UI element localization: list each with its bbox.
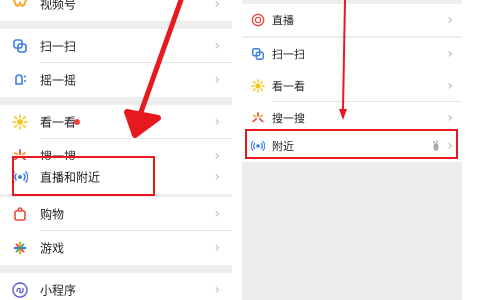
chevron-right-icon: › (214, 0, 220, 12)
chevron-right-icon: › (214, 114, 220, 130)
menu-item-scan[interactable]: 扫一扫 › (0, 29, 232, 63)
shopping-icon (14, 207, 26, 221)
menu-item-label: 小程序 (40, 283, 77, 298)
chevron-right-icon: › (214, 206, 220, 222)
menu-item-nearby[interactable]: 附近 › (242, 130, 462, 162)
chevron-right-icon: › (214, 240, 220, 256)
menu-item-label: 看一看 (40, 115, 77, 130)
menu-item-scan[interactable]: 扫一扫 › (242, 38, 462, 70)
menu-item-label: 购物 (40, 207, 65, 222)
menu-item-live-nearby[interactable]: 直播和附近 › (0, 160, 232, 194)
menu-item-shopping[interactable]: 购物 › (0, 197, 232, 231)
menu-item-label: 游戏 (40, 241, 65, 256)
menu-item-games[interactable]: 游戏 › (0, 231, 232, 265)
menu-item-label: 直播和附近 (40, 170, 101, 185)
chevron-right-icon: › (447, 12, 453, 28)
menu-item-top-stories[interactable]: 看一看 › (242, 70, 462, 102)
scan-icon (13, 39, 27, 53)
chevron-right-icon: › (447, 78, 453, 94)
top-stories-icon (251, 79, 265, 93)
mini-programs-icon (12, 282, 28, 298)
menu-item-label: 直播 (272, 14, 294, 27)
chevron-right-icon: › (214, 169, 220, 185)
chevron-right-icon: › (214, 38, 220, 54)
scan-icon (252, 48, 264, 60)
menu-item-label: 看一看 (272, 80, 305, 93)
search-icon (252, 111, 264, 123)
menu-item-label: 附近 (272, 140, 294, 153)
menu-item-label: 搜一搜 (272, 112, 305, 125)
footprint-icon (433, 140, 439, 151)
games-icon (13, 241, 27, 255)
video-channel-icon (13, 0, 27, 7)
chevron-right-icon: › (214, 282, 220, 298)
menu-item-shake[interactable]: 摇一摇 › (0, 63, 232, 97)
live-nearby-icon (12, 171, 28, 183)
right-discover-menu: 直播 › 扫一扫 › 看一看 › 搜一搜 › 附近 › (242, 0, 462, 300)
left-discover-menu: 视频号 › 扫一扫 › 摇一摇 › 看一看 › 搜一搜 › 直播和附近 › 购物… (0, 0, 232, 300)
menu-item-label: 扫一扫 (40, 39, 77, 54)
menu-item-label: 摇一摇 (40, 73, 77, 88)
notification-badge (74, 119, 80, 125)
menu-item-label: 视频号 (40, 0, 77, 12)
live-icon (251, 13, 265, 27)
top-stories-icon (12, 114, 28, 130)
nearby-icon (251, 140, 265, 152)
menu-item-mini-programs[interactable]: 小程序 › (0, 273, 232, 300)
chevron-right-icon: › (447, 46, 453, 62)
menu-item-label: 扫一扫 (272, 48, 305, 61)
chevron-right-icon: › (447, 138, 453, 154)
shake-icon (15, 74, 27, 85)
chevron-right-icon: › (214, 72, 220, 88)
menu-item-channels[interactable]: 视频号 › (0, 0, 232, 21)
menu-item-live[interactable]: 直播 › (242, 4, 462, 36)
chevron-right-icon: › (447, 110, 453, 126)
menu-item-top-stories[interactable]: 看一看 › (0, 105, 232, 139)
